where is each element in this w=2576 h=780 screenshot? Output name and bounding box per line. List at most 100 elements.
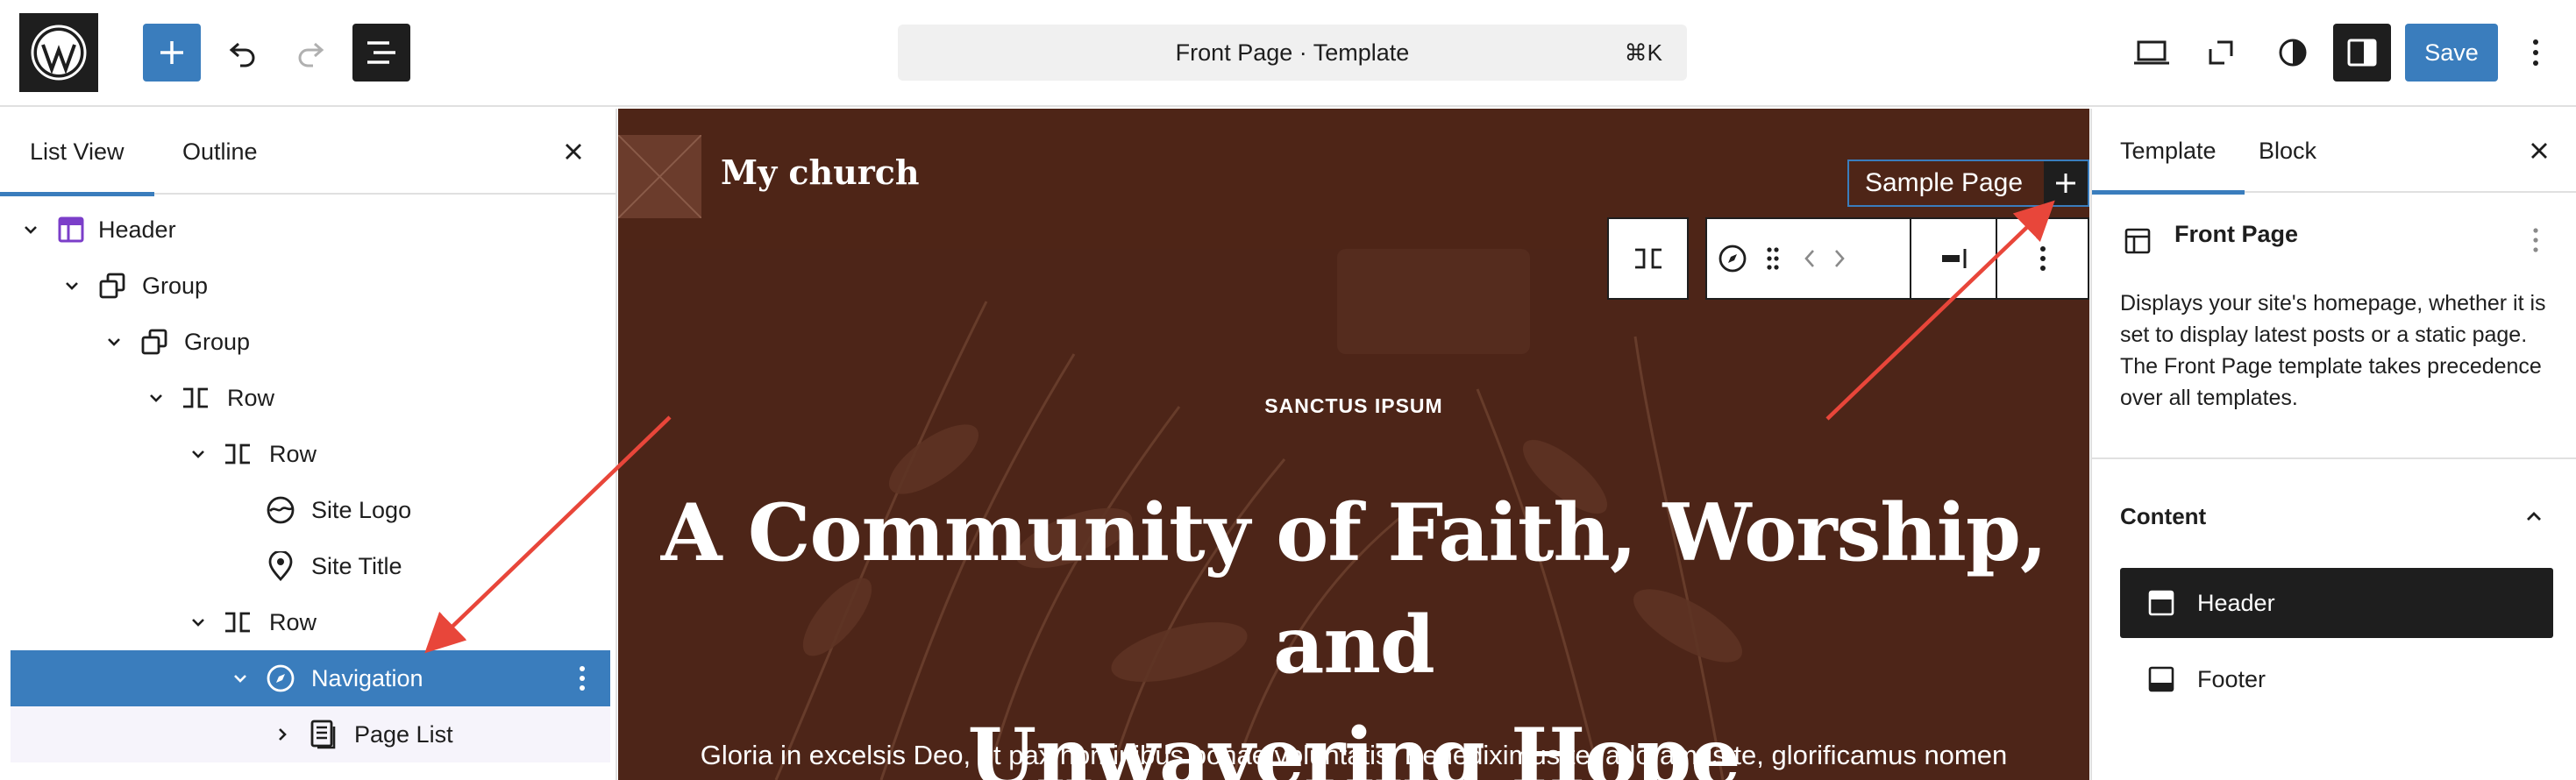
content-collapse-button[interactable] [2516,499,2551,534]
block-options-button[interactable] [1997,219,2088,298]
editor-canvas[interactable]: My church Sample Page SANCTUS IPSUM A Co… [618,109,2089,780]
template-description: Displays your site's homepage, whether i… [2120,291,2546,410]
move-left-button[interactable] [1795,219,1825,298]
layout-icon [2122,225,2153,257]
redo-icon [298,42,324,67]
hero-heading-line-1: A Community of Faith, Worship, and [660,486,2048,691]
wordpress-logo-icon [31,25,87,81]
drag-handle[interactable] [1758,219,1788,298]
content-section-title[interactable]: Content [2120,503,2206,530]
row-icon [181,383,210,413]
chevron-down-icon[interactable] [185,609,211,635]
device-preview-button[interactable] [2123,24,2181,82]
list-item-label: Row [269,441,317,467]
site-logo-icon [266,495,295,525]
settings-tabs: Template Block [2092,109,2576,195]
zoom-out-button[interactable] [2192,24,2250,82]
document-overview-button[interactable] [352,24,410,82]
template-title: Front Page [2174,221,2299,247]
tab-list-view[interactable]: List View [0,109,154,196]
chevron-right-icon [1835,250,1845,267]
site-title[interactable]: My church [721,152,920,192]
tab-template[interactable]: Template [2092,109,2245,195]
list-item-label: Header [98,216,176,243]
block-options-button[interactable] [566,663,598,694]
command-palette-bar[interactable]: Front Page · Template ⌘K [898,25,1687,81]
nav-link-sample-page[interactable]: Sample Page [1847,160,2040,207]
list-item[interactable]: Site Title [11,538,610,594]
list-item[interactable]: Group [11,314,610,370]
row-icon [223,439,253,469]
document-title: Front Page · Template [1175,39,1410,66]
hero-body-text[interactable]: Gloria in excelsis Deo, et pax hominibus… [618,740,2089,771]
options-menu-button[interactable] [2511,24,2560,82]
list-item[interactable]: Group [11,258,610,314]
template-actions-button[interactable] [2518,223,2553,258]
chevron-down-icon[interactable] [143,385,169,411]
tab-block[interactable]: Block [2231,109,2345,193]
compass-icon [266,663,295,693]
redo-button[interactable] [282,24,340,82]
hero-heading[interactable]: A Community of Faith, Worship, and Unwav… [636,477,2072,780]
chevron-down-icon[interactable] [227,665,253,691]
group-icon [97,271,127,301]
list-item[interactable]: Row [11,594,610,650]
drag-handle-icon [1767,247,1779,270]
site-logo-placeholder[interactable] [618,135,701,218]
list-item[interactable]: Site Logo [11,482,610,538]
close-icon [2531,143,2547,159]
contrast-icon [2279,39,2307,67]
list-item-label: Site Title [311,553,402,579]
more-vertical-icon [2533,228,2538,252]
compass-icon [1719,245,1747,273]
list-item-label: Group [142,273,209,299]
list-item-navigation-selected[interactable]: Navigation [11,650,610,706]
more-vertical-icon [580,666,585,691]
hero-eyebrow[interactable]: SANCTUS IPSUM [618,394,2089,418]
top-toolbar: Front Page · Template ⌘K Save [0,0,2576,107]
chevron-down-icon[interactable] [59,273,85,299]
list-item-label: Page List [354,721,453,748]
list-view-icon [367,41,395,64]
parent-block-selector[interactable] [1607,217,1689,300]
move-right-button[interactable] [1825,219,1854,298]
block-inserter-button[interactable] [143,24,201,82]
chevron-up-icon [2527,512,2541,521]
template-part-header[interactable]: Header [2120,568,2553,638]
chevron-down-icon[interactable] [101,329,127,355]
list-item[interactable]: Header [11,202,610,258]
plus-icon [2056,174,2075,193]
chevron-down-icon[interactable] [18,216,44,243]
justify-right-icon [1942,249,1967,268]
list-item[interactable]: Row [11,370,610,426]
justification-button[interactable] [1911,219,1996,298]
more-vertical-icon [2533,39,2538,66]
list-item[interactable]: Page List [11,706,610,762]
template-part-footer[interactable]: Footer [2120,644,2553,714]
close-icon [566,144,581,160]
wordpress-logo-button[interactable] [19,13,98,92]
header-part-icon [2146,588,2176,618]
expand-icon [2209,40,2233,65]
template-part-label: Header [2197,590,2275,616]
command-shortcut-hint: ⌘K [1624,39,1662,66]
group-icon [139,327,169,357]
settings-sidebar: Template Block Front Page Displays your … [2090,109,2576,780]
template-part-icon [56,215,86,245]
styles-button[interactable] [2264,24,2322,82]
chevron-right-icon[interactable] [269,721,295,748]
settings-sidebar-toggle[interactable] [2333,24,2391,82]
close-list-view-button[interactable] [553,131,594,172]
footer-part-icon [2146,664,2176,694]
row-icon [223,607,253,637]
chevron-down-icon[interactable] [185,441,211,467]
list-item-label: Site Logo [311,497,412,523]
add-nav-item-button[interactable] [2044,161,2088,205]
undo-button[interactable] [213,24,271,82]
close-settings-button[interactable] [2519,131,2559,171]
list-item[interactable]: Row [11,426,610,482]
block-type-button[interactable] [1712,219,1753,298]
list-item-label: Navigation [311,665,423,691]
save-button[interactable]: Save [2405,24,2498,82]
tab-outline[interactable]: Outline [153,109,288,195]
